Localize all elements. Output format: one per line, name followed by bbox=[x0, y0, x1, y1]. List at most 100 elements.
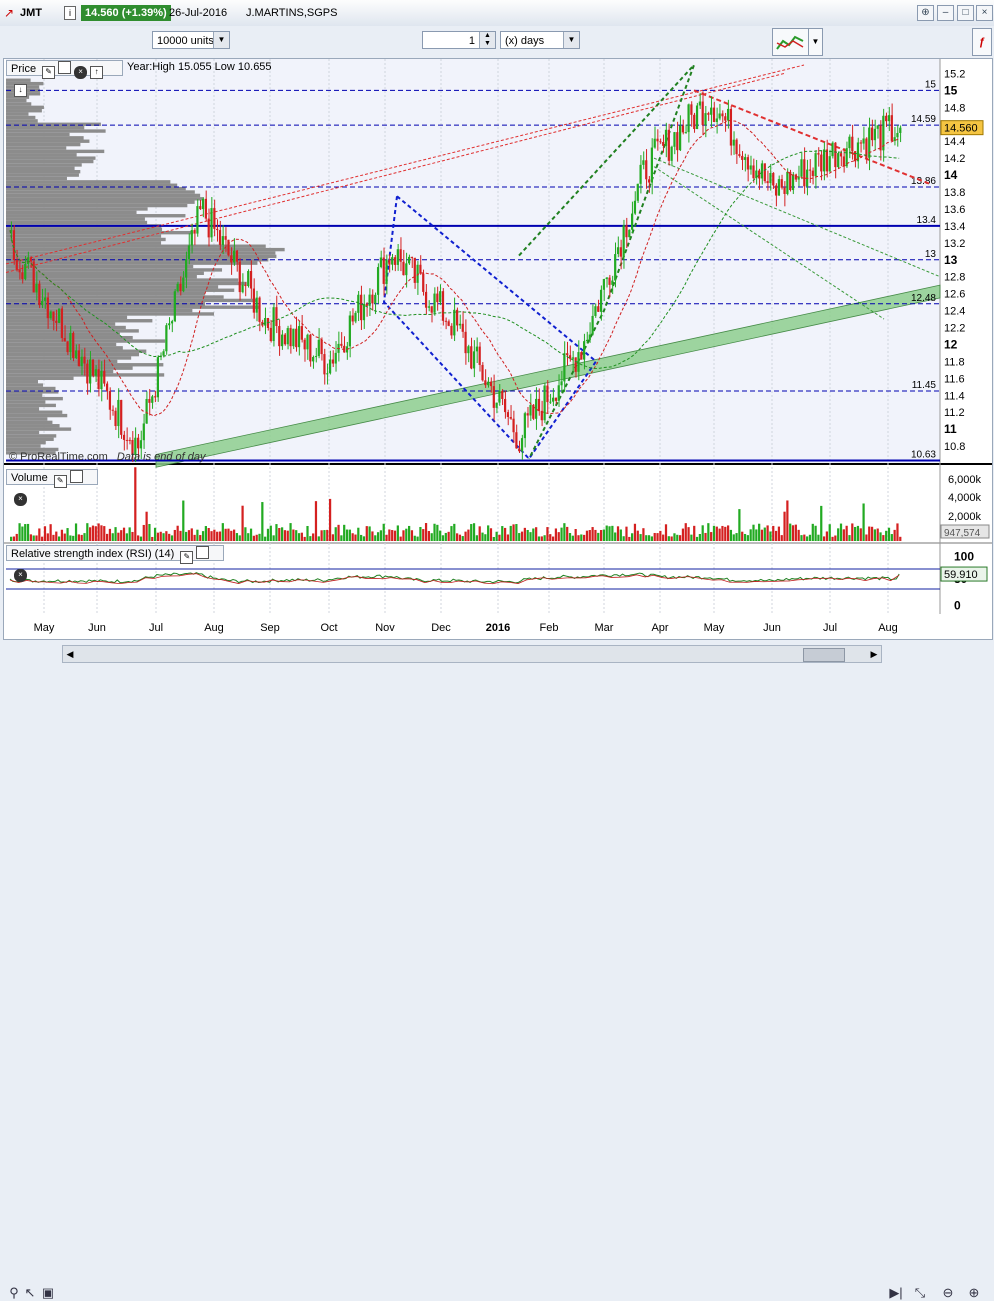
volume-bar bbox=[543, 535, 546, 541]
maximize-icon[interactable]: □ bbox=[957, 5, 974, 21]
candle-body bbox=[368, 294, 371, 306]
minimize-icon[interactable]: – bbox=[937, 5, 954, 21]
time-scrollbar[interactable]: ◀ ▶ bbox=[62, 645, 882, 663]
volume-bar bbox=[170, 535, 174, 541]
volume-profile-bar bbox=[6, 176, 67, 181]
zoom-in-icon[interactable]: ⊕ bbox=[966, 1285, 982, 1301]
info-icon[interactable]: i bbox=[64, 6, 76, 20]
volume-bar bbox=[681, 528, 685, 541]
volume-bar bbox=[275, 524, 278, 541]
volume-bar bbox=[340, 535, 343, 541]
volume-bar bbox=[368, 526, 371, 541]
price-tick-label: 12.6 bbox=[944, 289, 965, 301]
wrench-icon[interactable]: ✎ bbox=[42, 66, 56, 79]
candle-body bbox=[602, 279, 606, 290]
zoom-out-icon[interactable]: ⊖ bbox=[940, 1285, 956, 1301]
volume-bar bbox=[46, 533, 49, 541]
volume-bar bbox=[142, 524, 145, 541]
candle-body bbox=[32, 261, 35, 293]
scroll-left-icon[interactable]: ◀ bbox=[63, 646, 77, 662]
candle-body bbox=[814, 153, 817, 177]
volume-bar bbox=[128, 527, 131, 541]
candle-body bbox=[213, 208, 216, 229]
candle-body bbox=[746, 157, 749, 170]
x-axis-label: Apr bbox=[651, 622, 668, 634]
wrench-icon[interactable]: ✎ bbox=[53, 475, 67, 488]
candle-body bbox=[15, 259, 18, 270]
candle-body bbox=[105, 383, 109, 392]
app-icon: ↗ bbox=[4, 6, 15, 20]
candle-body bbox=[255, 297, 258, 313]
chart-type-button[interactable] bbox=[772, 28, 810, 56]
scroll-right-icon[interactable]: ▶ bbox=[867, 646, 881, 662]
candle-body bbox=[26, 257, 30, 264]
fit-icon[interactable]: ⤡ bbox=[912, 1285, 928, 1301]
volume-bar bbox=[66, 528, 69, 541]
candle-body bbox=[52, 311, 55, 321]
candle-body bbox=[413, 257, 416, 283]
x-axis-label: Sep bbox=[260, 622, 280, 634]
window-icon[interactable] bbox=[196, 546, 210, 559]
period-stepper[interactable]: 1 ▲ ▼ bbox=[422, 31, 496, 49]
lock-icon[interactable]: ▣ bbox=[40, 1285, 56, 1301]
candle-body bbox=[695, 105, 699, 130]
volume-profile-bar bbox=[6, 376, 74, 381]
volume-bar bbox=[72, 535, 75, 541]
candle-body bbox=[125, 439, 128, 441]
close-panel-icon[interactable]: × bbox=[14, 569, 27, 582]
arrow-up-icon[interactable]: ↑ bbox=[90, 66, 104, 79]
volume-bar bbox=[218, 531, 222, 541]
volume-bar bbox=[280, 527, 284, 541]
volume-profile-bar bbox=[6, 403, 56, 408]
candle-body bbox=[139, 440, 143, 449]
stepper-arrows-icon[interactable]: ▲ ▼ bbox=[479, 32, 495, 48]
candle-body bbox=[300, 326, 303, 340]
volume-bar bbox=[721, 525, 724, 541]
volume-bar bbox=[763, 527, 766, 541]
volume-bar bbox=[396, 525, 399, 541]
window-icon[interactable] bbox=[69, 470, 83, 483]
candle-body bbox=[91, 359, 95, 376]
window-icon[interactable] bbox=[58, 61, 72, 74]
units-value: 10000 units bbox=[157, 35, 214, 47]
price-tick-label: 15 bbox=[944, 83, 958, 97]
volume-bar bbox=[583, 534, 586, 541]
close-panel-icon[interactable]: × bbox=[74, 66, 88, 79]
candle-body bbox=[72, 332, 75, 358]
volume-bar bbox=[820, 505, 823, 541]
volume-bar bbox=[848, 535, 851, 541]
x-axis-label: May bbox=[34, 622, 55, 634]
x-axis-label: May bbox=[704, 622, 725, 634]
candle-body bbox=[89, 359, 92, 384]
close-panel-icon[interactable]: × bbox=[14, 493, 27, 506]
candle-body bbox=[433, 293, 436, 313]
scroll-thumb[interactable] bbox=[803, 648, 845, 662]
candle-body bbox=[292, 328, 295, 347]
chart-type-dropdown[interactable]: ▼ bbox=[808, 28, 823, 56]
arrow-down-icon[interactable]: ↓ bbox=[14, 84, 27, 97]
candle-body bbox=[323, 354, 326, 375]
help-icon[interactable]: ⊕ bbox=[917, 5, 934, 21]
cursor-icon[interactable]: ↖ bbox=[22, 1285, 38, 1301]
candle-body bbox=[83, 356, 86, 364]
units-select[interactable]: 10000 units ▼ bbox=[152, 31, 230, 49]
candle-body bbox=[122, 434, 126, 440]
indicator-fx-icon[interactable]: ƒ bbox=[972, 28, 992, 56]
close-icon[interactable]: × bbox=[976, 5, 993, 21]
volume-bar bbox=[306, 525, 309, 541]
pin-icon[interactable]: ⚲ bbox=[6, 1285, 22, 1301]
play-end-icon[interactable]: ▶| bbox=[888, 1285, 904, 1301]
volume-bar bbox=[18, 523, 21, 541]
volume-bar bbox=[890, 534, 893, 541]
period-unit-select[interactable]: (x) days ▼ bbox=[500, 31, 580, 49]
volume-bar bbox=[659, 530, 662, 541]
volume-bar bbox=[83, 533, 86, 541]
wrench-icon[interactable]: ✎ bbox=[180, 551, 194, 564]
candle-body bbox=[328, 359, 332, 374]
period-value: 1 bbox=[468, 35, 475, 47]
volume-bar bbox=[758, 523, 761, 541]
candle-body bbox=[179, 283, 182, 292]
volume-bar bbox=[498, 534, 501, 541]
candle-body bbox=[196, 206, 199, 234]
chart-area[interactable]: 15 14.59 13.86 13.4 13 12.48 11.45 10.63 15.2 15 1… bbox=[3, 58, 993, 640]
